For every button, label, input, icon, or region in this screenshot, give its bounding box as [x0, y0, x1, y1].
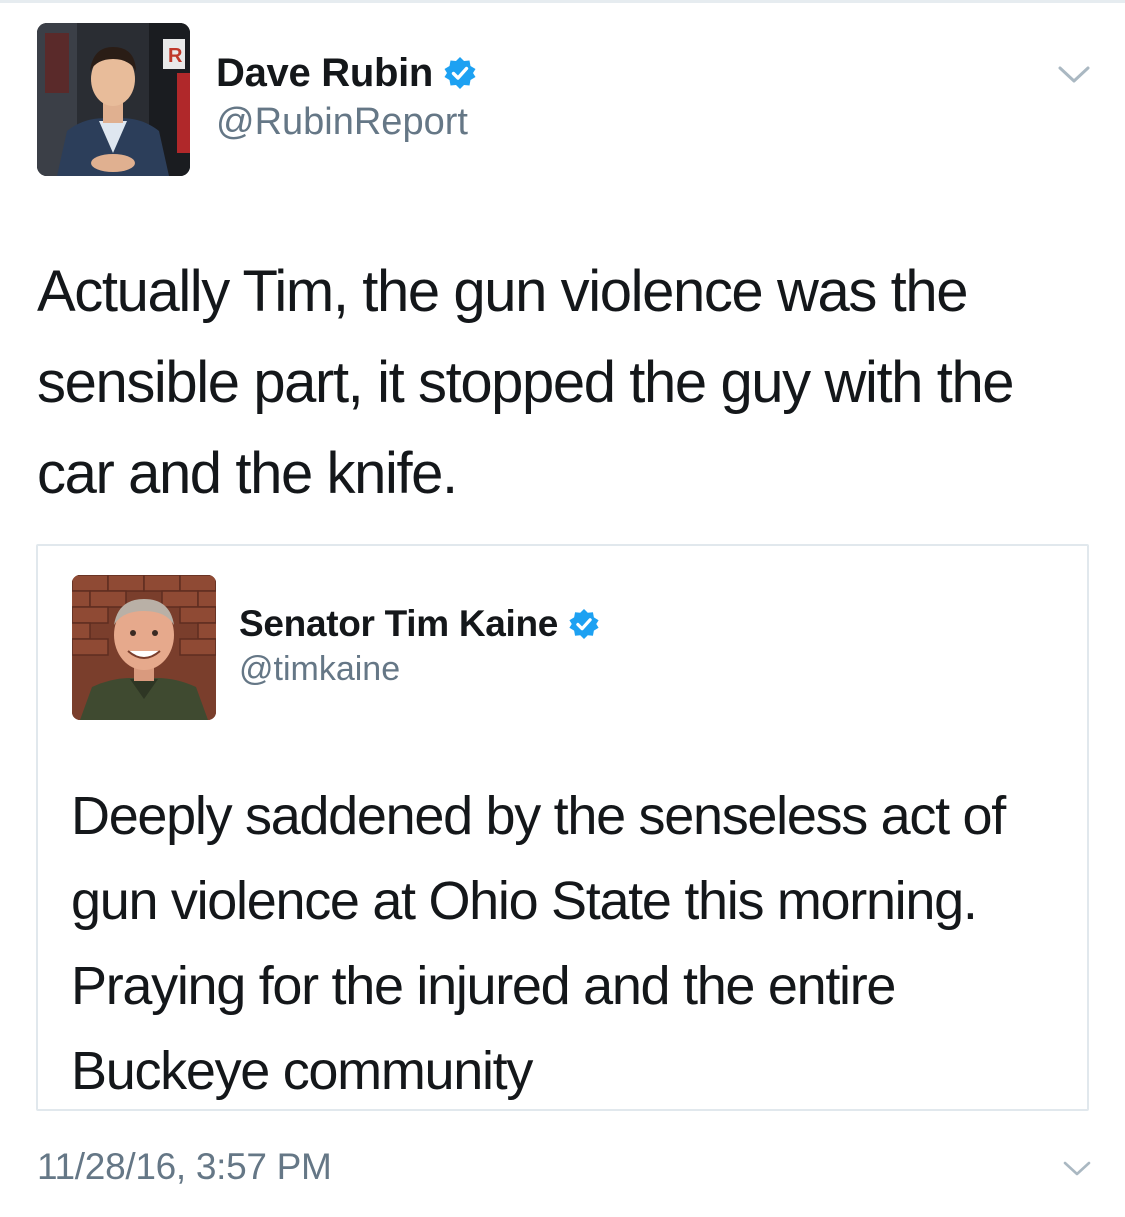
quoted-author-handle[interactable]: @timkaine [239, 650, 400, 689]
quoted-author-avatar[interactable] [72, 575, 216, 720]
quoted-author-avatar-image [72, 575, 216, 720]
chevron-down-icon[interactable] [1057, 64, 1091, 86]
quoted-author-name-row[interactable]: Senator Tim Kaine [239, 602, 600, 646]
tweet: R Dave Rubin @RubinReport Actually Tim, … [0, 0, 1125, 1217]
quoted-tweet-text: Deeply saddened by the senseless act of … [71, 786, 1006, 1101]
author-avatar-image: R [37, 23, 190, 176]
chevron-down-icon[interactable] [1062, 1159, 1092, 1179]
tweet-text: Actually Tim, the gun violence was the s… [37, 259, 1015, 506]
author-avatar[interactable]: R [37, 23, 190, 176]
author-handle[interactable]: @RubinReport [216, 101, 468, 144]
quoted-tweet-card[interactable]: Senator Tim Kaine @timkaine Deeply sadde… [36, 544, 1091, 1176]
verified-badge-icon [444, 57, 476, 89]
verified-badge-icon [569, 608, 599, 640]
quoted-author-name[interactable]: Senator Tim Kaine [239, 603, 558, 645]
avatar-badge-letter: R [168, 45, 183, 67]
tweet-timestamp[interactable]: 11/28/16, 3:57 PM [37, 1146, 332, 1188]
author-name-row[interactable]: Dave Rubin [216, 50, 477, 96]
author-name[interactable]: Dave Rubin [216, 51, 433, 96]
